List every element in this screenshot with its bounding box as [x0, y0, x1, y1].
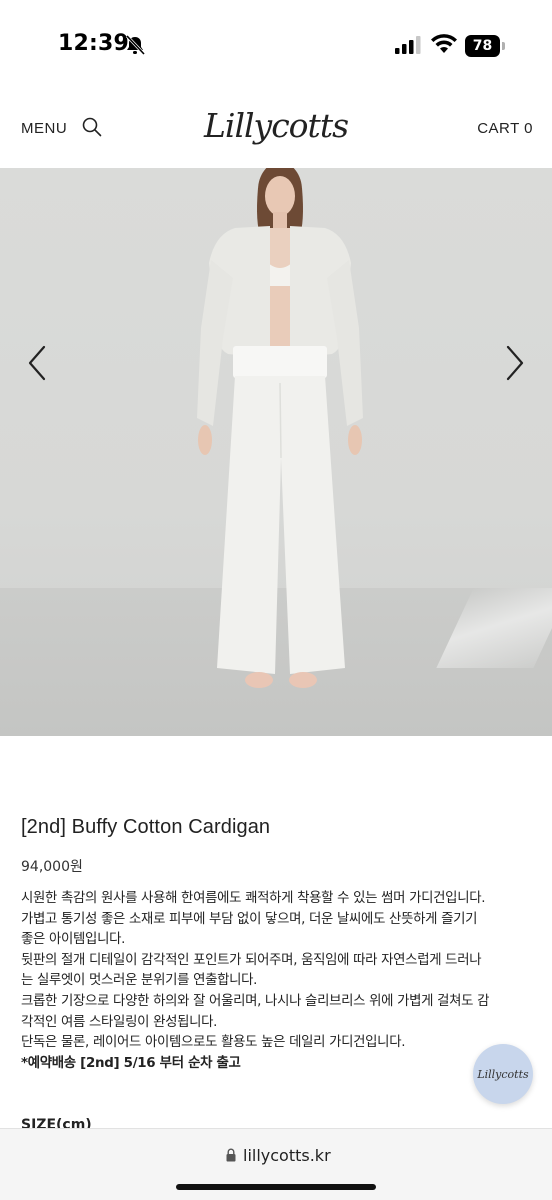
description-line: 단독은 물론, 레이어드 아이템으로도 활용도 높은 데일리 가디건입니다. — [21, 1035, 406, 1051]
battery-icon: 78 — [465, 35, 505, 57]
lock-icon — [226, 1148, 236, 1162]
battery-level: 78 — [472, 38, 493, 54]
description-line: 좋은 아이템입니다. — [21, 932, 126, 948]
site-logo[interactable]: Lillycotts — [196, 96, 356, 156]
signal-icon — [395, 36, 421, 54]
floating-logo-button[interactable]: Lillycotts — [473, 1044, 533, 1104]
chevron-right-icon[interactable] — [504, 344, 526, 382]
description-line: 가볍고 통기성 좋은 소재로 피부에 부담 없이 닿으며, 더운 날씨에도 산뜻… — [21, 911, 478, 927]
bell-slash-icon — [125, 35, 146, 55]
site-header: MENU Lillycotts CART 0 — [0, 84, 552, 168]
product-photo-model — [197, 168, 363, 688]
product-title: [2nd] Buffy Cotton Cardigan — [21, 816, 271, 838]
browser-address-bar[interactable]: lillycotts.kr — [0, 1128, 552, 1200]
url-text[interactable]: lillycotts.kr — [243, 1146, 331, 1165]
description-line: 는 실루엣이 멋스러운 분위기를 연출합니다. — [21, 973, 258, 989]
home-indicator[interactable] — [176, 1184, 376, 1190]
description-line: 크롭한 기장으로 다양한 하의와 잘 어울리며, 나시나 슬리브리스 위에 가볍… — [21, 993, 490, 1009]
status-bar: 12:39 78 — [0, 0, 552, 80]
cart-button[interactable]: CART 0 — [477, 120, 533, 137]
description-line: 각적인 여름 스타일링이 완성됩니다. — [21, 1014, 218, 1030]
description-line: 뒷판의 절개 디테일이 감각적인 포인트가 되어주며, 움직임에 따라 자연스럽… — [21, 952, 482, 968]
wifi-icon — [431, 34, 457, 53]
chevron-left-icon[interactable] — [26, 344, 48, 382]
product-price: 94,000원 — [21, 859, 83, 875]
product-image-carousel[interactable] — [0, 168, 552, 736]
description-line: 시원한 촉감의 원사를 사용해 한여름에도 쾌적하게 착용할 수 있는 썸머 가… — [21, 891, 486, 906]
product-description: 시원한 촉감의 원사를 사용해 한여름에도 쾌적하게 착용할 수 있는 썸머 가… — [21, 889, 537, 1074]
status-time: 12:39 — [58, 31, 130, 56]
shipping-notice: *예약배송 [2nd] 5/16 부터 순차 출고 — [21, 1055, 241, 1071]
menu-button[interactable]: MENU — [21, 120, 67, 137]
search-icon[interactable] — [82, 117, 102, 137]
